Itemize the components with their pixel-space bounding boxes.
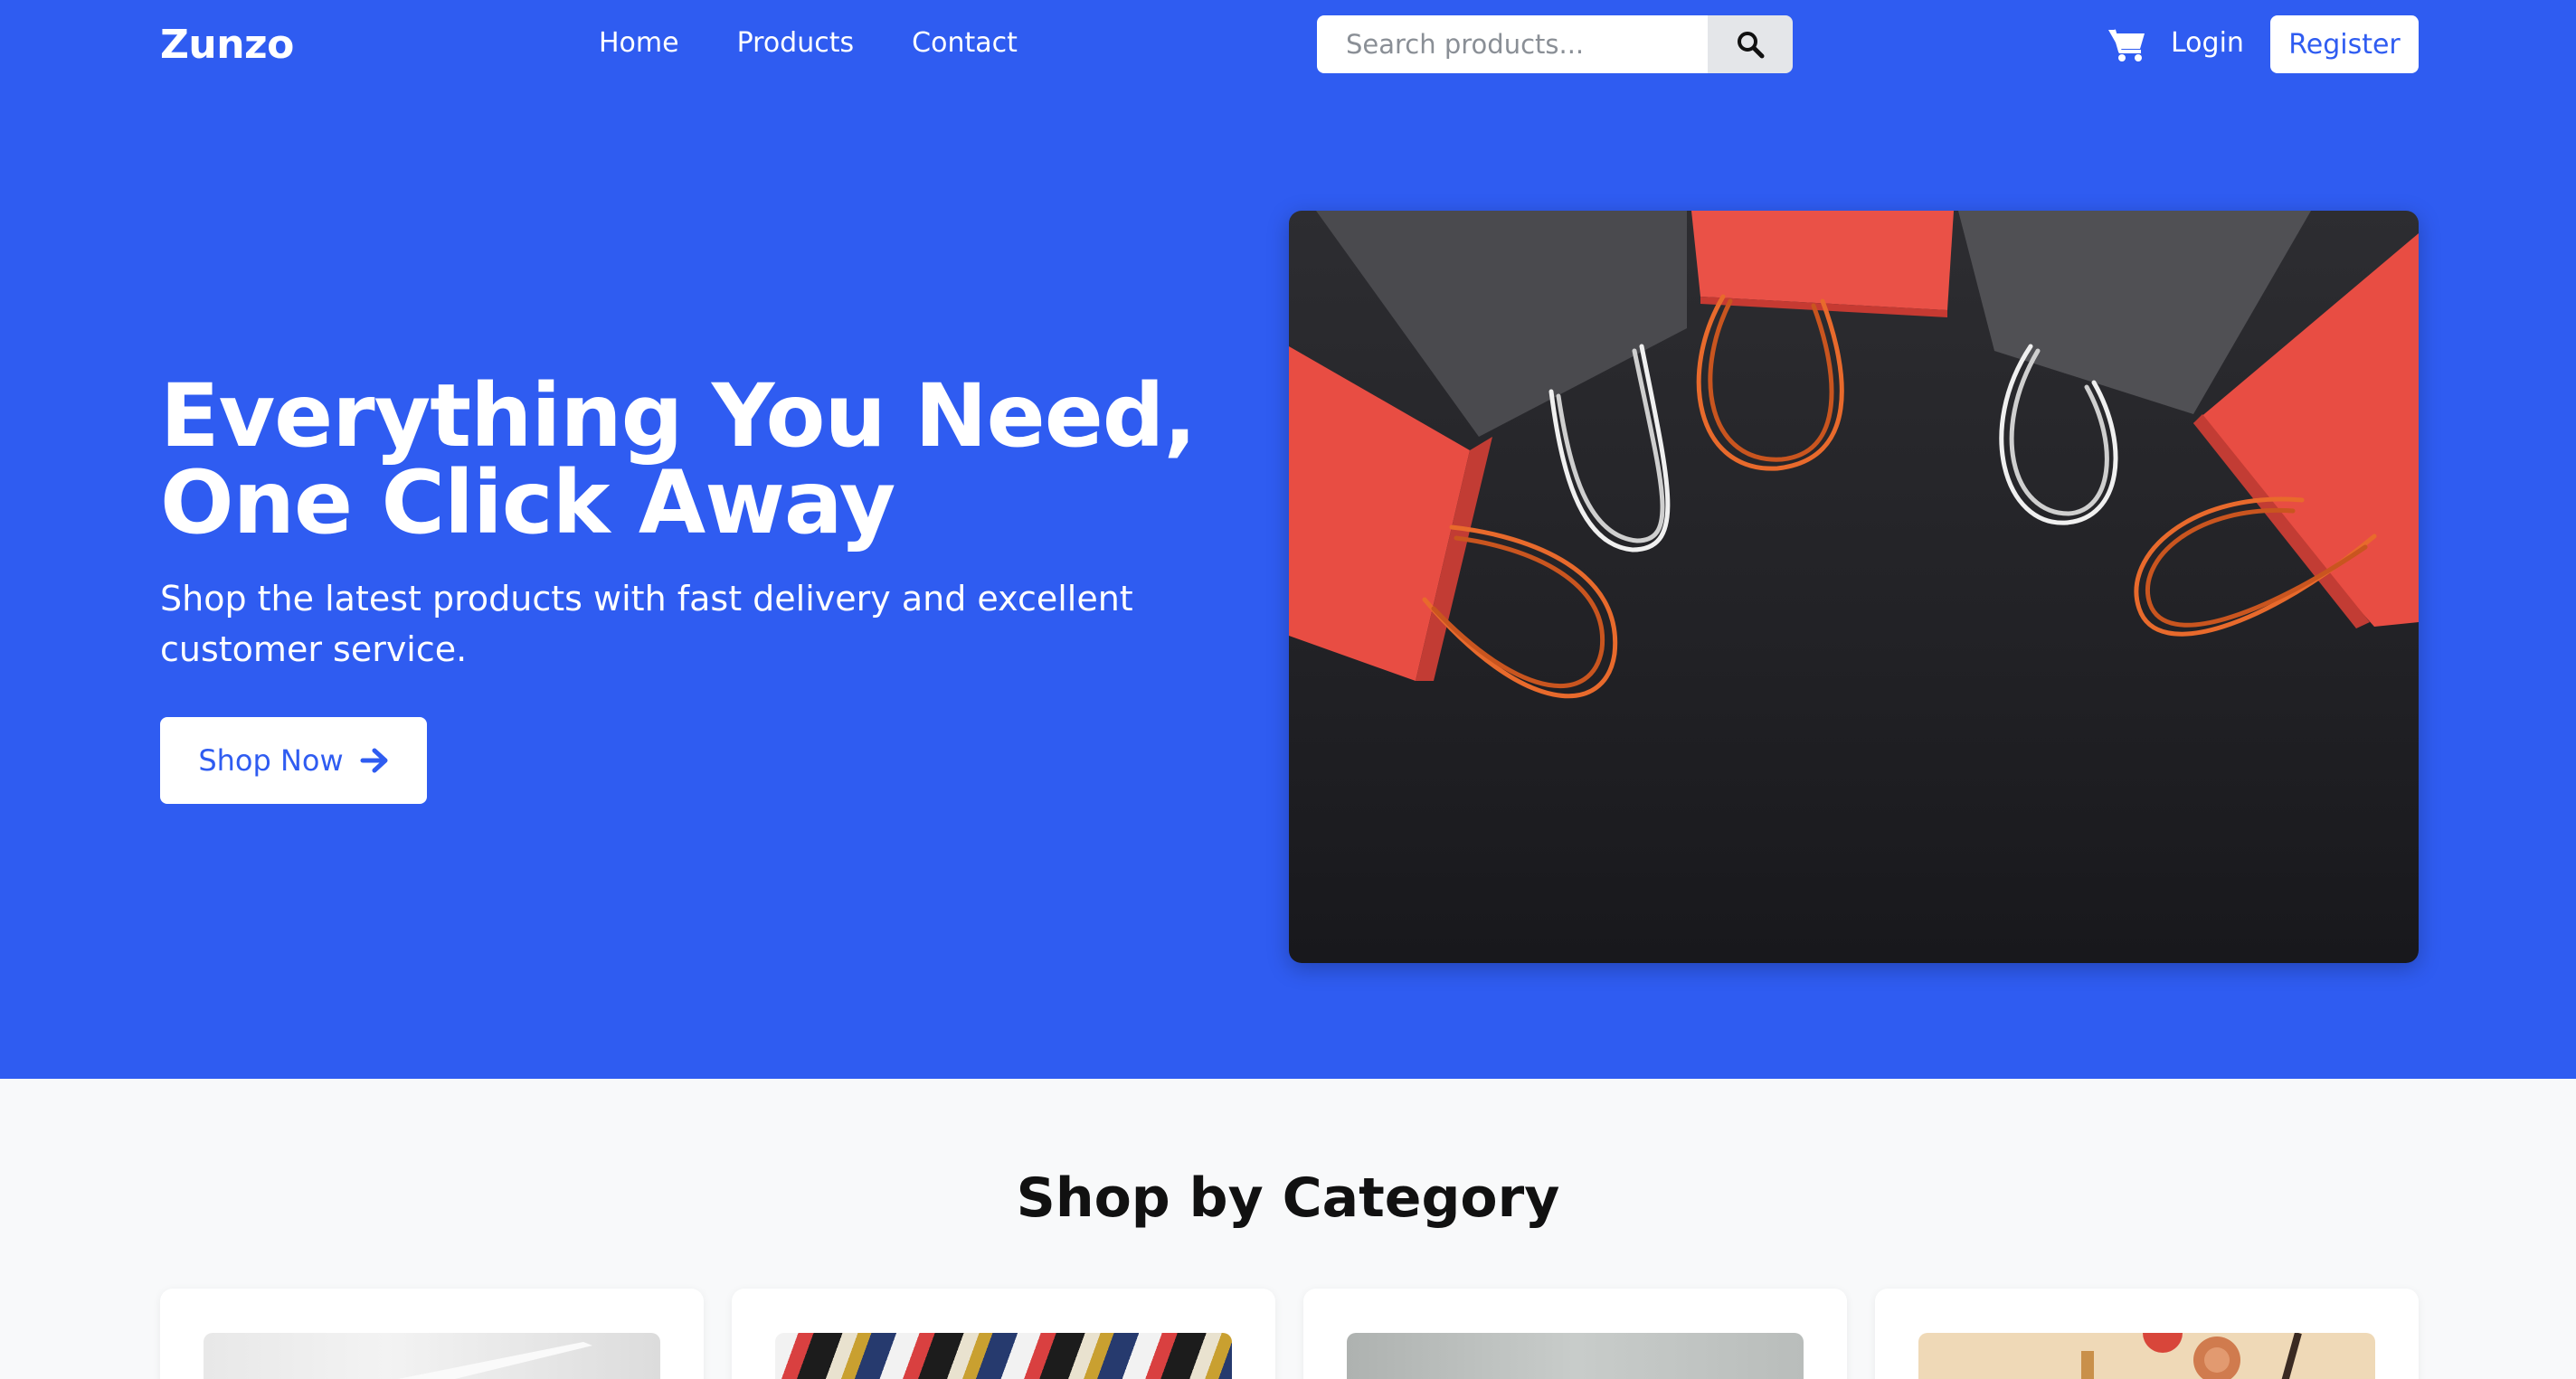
hero-subtitle: Shop the latest products with fast deliv… — [160, 579, 1133, 669]
category-image — [1918, 1333, 2375, 1379]
cart-icon[interactable] — [2107, 26, 2146, 62]
search-form — [1317, 15, 1793, 73]
search-input[interactable] — [1317, 15, 1708, 73]
shop-now-label: Shop Now — [198, 743, 344, 778]
register-button[interactable]: Register — [2270, 15, 2419, 73]
arrow-right-icon — [360, 748, 388, 773]
section-title-categories: Shop by Category — [1016, 1166, 1560, 1230]
shop-now-button[interactable]: Shop Now — [160, 717, 427, 804]
nav-link-home[interactable]: Home — [599, 27, 679, 59]
search-icon — [1738, 32, 1765, 59]
category-image — [1347, 1333, 1804, 1379]
category-card[interactable] — [1875, 1289, 2419, 1379]
search-button[interactable] — [1708, 15, 1793, 73]
hero-image — [1289, 211, 2419, 963]
nav-link-products[interactable]: Products — [737, 27, 855, 59]
navbar: Zunzo Home Products Contact Login Regist… — [0, 0, 2576, 90]
brand-logo[interactable]: Zunzo — [160, 22, 294, 68]
nav-link-contact[interactable]: Contact — [912, 27, 1018, 59]
hero-title: Everything You Need, One Click Away — [160, 365, 1197, 553]
nav-links: Home Products Contact — [599, 27, 1018, 59]
category-card[interactable] — [1303, 1289, 1847, 1379]
category-image — [775, 1333, 1232, 1379]
category-image — [204, 1333, 660, 1379]
category-card[interactable] — [732, 1289, 1275, 1379]
category-card[interactable] — [160, 1289, 704, 1379]
login-link[interactable]: Login — [2171, 27, 2244, 59]
